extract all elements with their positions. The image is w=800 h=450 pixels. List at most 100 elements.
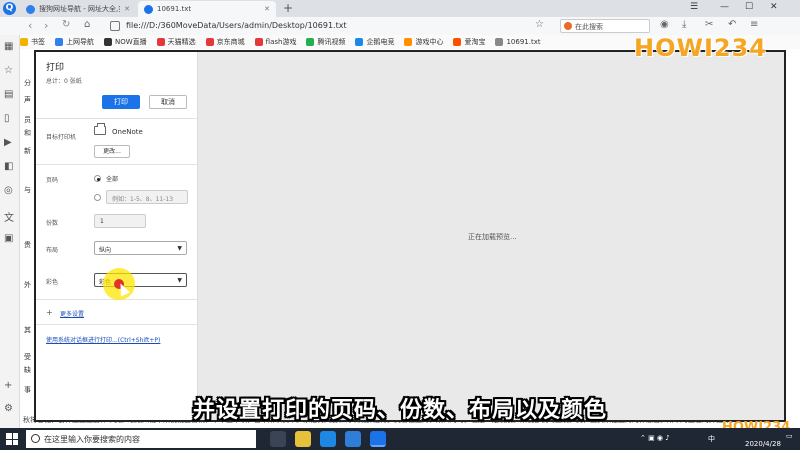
system-dialog-link[interactable]: 使用系统对话框进行打印...(Ctrl+Shift+P): [46, 335, 160, 344]
pages-all-radio[interactable]: [94, 175, 101, 182]
page-text-snippet: 新: [24, 147, 31, 155]
bookmark-item[interactable]: 游戏中心: [404, 37, 443, 47]
bookmark-item[interactable]: 书签: [20, 37, 45, 47]
scissors-icon[interactable]: ✂: [705, 19, 713, 30]
bookmark-label: 京东商城: [216, 38, 245, 46]
bookmark-icon: [156, 38, 165, 46]
watermark-logo: HOWI234: [634, 34, 767, 62]
close-window-icon[interactable]: ✕: [770, 2, 778, 12]
tray-icons[interactable]: ⌃ ▣ ◉ ♪: [640, 434, 670, 442]
page-text-snippet: 员: [24, 116, 31, 124]
maximize-icon[interactable]: ☐: [745, 2, 753, 12]
layout-value: 纵向: [99, 247, 112, 254]
bookmark-label: NOW直播: [115, 38, 147, 46]
printer-name: OneNote: [112, 128, 143, 136]
windows-start-icon[interactable]: [6, 433, 18, 445]
sidebar-translate-icon[interactable]: 文: [4, 209, 14, 224]
globe-icon: [26, 4, 35, 14]
plus-icon[interactable]: +: [46, 308, 53, 317]
gamepad-icon[interactable]: ◉: [660, 19, 669, 30]
pages-custom-input[interactable]: 例如：1-5、8、11-13: [106, 190, 188, 204]
copies-input[interactable]: 1: [94, 214, 146, 228]
taskbar-search-input[interactable]: 在这里输入你要搜索的内容: [26, 430, 256, 448]
tab-sogou[interactable]: 搜狗网址导航 - 网址大全,实用网址 ✕: [20, 1, 136, 17]
bookmark-item[interactable]: 京东商城: [205, 37, 245, 47]
bookmark-item[interactable]: 企鹅电竞: [355, 37, 394, 47]
more-settings-link[interactable]: 更多设置: [60, 309, 84, 318]
divider: [36, 118, 198, 119]
sidebar-add-icon[interactable]: +: [4, 380, 12, 391]
bookmark-label: 书签: [31, 38, 45, 46]
bookmark-label: flash游戏: [265, 38, 297, 46]
sidebar-weibo-icon[interactable]: ◎: [4, 185, 13, 196]
download-icon[interactable]: ⤓: [682, 19, 686, 30]
browser-logo-icon[interactable]: Q: [3, 2, 16, 15]
globe-icon: [144, 4, 153, 14]
ie-icon[interactable]: [320, 431, 336, 447]
bookmark-item[interactable]: flash游戏: [254, 37, 297, 47]
bookmark-item[interactable]: 爱淘宝: [453, 37, 485, 47]
sidebar-phone-icon[interactable]: ▯: [4, 113, 10, 124]
home-icon[interactable]: ⌂: [84, 19, 90, 30]
sidebar-game-icon[interactable]: ◧: [4, 161, 13, 172]
printer-label: 目标打印机: [46, 134, 77, 141]
app-icon[interactable]: [345, 431, 361, 447]
close-icon[interactable]: ✕: [124, 5, 130, 13]
sidebar-star-icon[interactable]: ☆: [4, 65, 13, 76]
refresh-icon[interactable]: ↻: [62, 19, 70, 30]
dialog-title: 打印: [46, 63, 65, 73]
bookmark-icon: [495, 38, 504, 46]
notification-icon[interactable]: ▭: [786, 432, 793, 440]
task-view-icon[interactable]: [270, 431, 286, 447]
bookmark-item[interactable]: 腾讯视频: [306, 37, 345, 47]
page-text-snippet: 缺: [24, 366, 31, 374]
sidebar-video-icon[interactable]: ▶: [4, 137, 12, 148]
url-input[interactable]: file:///D:/360MoveData/Users/admin/Deskt…: [126, 21, 347, 30]
sidebar-book-icon[interactable]: ▤: [4, 89, 13, 100]
new-tab-button[interactable]: +: [283, 1, 293, 15]
undo-icon[interactable]: ↶: [728, 19, 736, 30]
bookmark-item[interactable]: 天猫精选: [156, 37, 196, 47]
back-icon[interactable]: ‹: [28, 19, 32, 32]
browser-app-icon[interactable]: [370, 431, 386, 447]
skin-icon[interactable]: ☰: [690, 2, 698, 12]
close-icon[interactable]: ✕: [264, 5, 270, 13]
page-text-snippet: 与: [24, 186, 31, 194]
page-text-snippet: 外: [24, 281, 31, 289]
page-text-snippet: 和: [24, 129, 31, 137]
taskbar-search-placeholder: 在这里输入你要搜索的内容: [44, 435, 140, 444]
bookmark-item[interactable]: 10691.txt: [495, 38, 541, 46]
sheet-total: 总计：0 张纸: [46, 78, 82, 85]
change-printer-button[interactable]: 更改...: [94, 145, 130, 158]
address-bar: ‹ › ↻ ⌂ file:///D:/360MoveData/Users/adm…: [0, 17, 800, 35]
tab-bar: Q 搜狗网址导航 - 网址大全,实用网址 ✕ 10691.txt ✕ + ☰ —…: [0, 0, 800, 17]
pages-all-label: 全部: [106, 176, 119, 183]
star-icon[interactable]: ☆: [535, 19, 544, 30]
layout-select[interactable]: 纵向 ▼: [94, 241, 187, 255]
cancel-button[interactable]: 取消: [149, 95, 187, 109]
menu-icon[interactable]: ≡: [750, 19, 758, 30]
file-explorer-icon[interactable]: [295, 431, 311, 447]
color-label: 彩色: [46, 279, 59, 286]
search-engine-icon: [564, 22, 572, 30]
forward-icon[interactable]: ›: [44, 19, 48, 32]
input-language[interactable]: 中: [708, 434, 715, 444]
print-button[interactable]: 打印: [102, 95, 140, 109]
page-text-snippet: 其: [24, 326, 31, 334]
cortana-icon: [31, 434, 40, 443]
browser-sidebar: ▦ ☆ ▤ ▯ ▶ ◧ ◎ 文 ▣ + ⚙: [0, 35, 20, 428]
sidebar-calc-icon[interactable]: ▣: [4, 233, 13, 244]
pages-label: 页码: [46, 177, 59, 184]
bookmark-item[interactable]: NOW直播: [104, 37, 147, 47]
bookmark-label: 爱淘宝: [464, 38, 486, 46]
bookmark-icon: [205, 38, 214, 46]
tab-10691-txt[interactable]: 10691.txt ✕: [138, 1, 276, 17]
search-input[interactable]: 在此搜索: [560, 19, 650, 33]
pages-custom-radio[interactable]: [94, 194, 101, 201]
clock-date: 2020/4/28: [745, 440, 781, 448]
copies-label: 份数: [46, 220, 59, 227]
bookmark-item[interactable]: 上网导航: [55, 37, 94, 47]
sidebar-apps-icon[interactable]: ▦: [4, 41, 13, 52]
page-scrollbar[interactable]: [786, 49, 800, 428]
minimize-icon[interactable]: —: [720, 2, 729, 12]
